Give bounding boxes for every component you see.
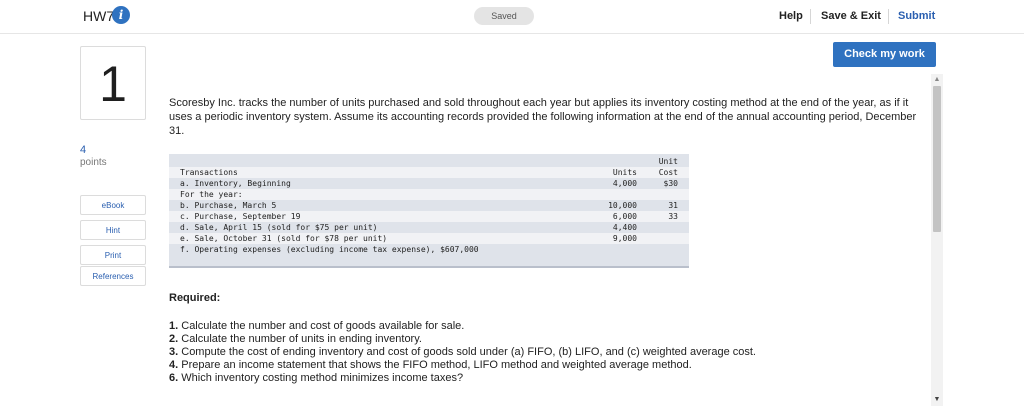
transaction-cost: $30 <box>663 179 678 188</box>
item-number: 4. <box>169 359 179 371</box>
item-text: Which inventory costing method minimizes… <box>178 372 464 384</box>
item-text: Calculate the number and cost of goods a… <box>178 320 465 332</box>
assignment-title: HW7 <box>83 8 115 24</box>
list-item: 3. Compute the cost of ending inventory … <box>169 346 929 359</box>
transaction-cost: 33 <box>668 212 678 221</box>
transaction-desc: c. Purchase, September 19 <box>180 212 301 221</box>
required-heading: Required: <box>169 292 221 304</box>
list-item: 6. Which inventory costing method minimi… <box>169 372 929 385</box>
table-row: a. Inventory, Beginning 4,000 $30 <box>169 178 689 189</box>
table-header-row: Unit <box>169 156 689 167</box>
table-row: e. Sale, October 31 (sold for $78 per un… <box>169 233 689 244</box>
transactions-table: Unit Transactions Units Cost a. Inventor… <box>169 154 689 268</box>
list-item: 4. Prepare an income statement that show… <box>169 359 929 372</box>
help-link[interactable]: Help <box>779 10 803 22</box>
transaction-units: 6,000 <box>612 212 637 221</box>
transaction-desc: a. Inventory, Beginning <box>180 179 291 188</box>
table-row: f. Operating expenses (excluding income … <box>169 244 689 255</box>
transaction-desc: b. Purchase, March 5 <box>180 201 277 210</box>
transaction-units: 4,400 <box>612 223 637 232</box>
ebook-button[interactable]: eBook <box>80 195 146 215</box>
transactions-header: Transactions <box>180 168 238 177</box>
divider <box>810 9 811 24</box>
transaction-cost: 31 <box>668 201 678 210</box>
item-text: Prepare an income statement that shows t… <box>178 359 692 371</box>
submit-link[interactable]: Submit <box>898 10 935 22</box>
scroll-down-icon[interactable]: ▼ <box>931 396 943 404</box>
table-row: b. Purchase, March 5 10,000 31 <box>169 200 689 211</box>
question-text: Scoresby Inc. tracks the number of units… <box>169 97 917 137</box>
item-text: Calculate the number of units in ending … <box>178 333 422 345</box>
item-number: 1. <box>169 320 179 332</box>
print-button[interactable]: Print <box>80 245 146 265</box>
item-text: Compute the cost of ending inventory and… <box>178 346 756 358</box>
table-row: c. Purchase, September 19 6,000 33 <box>169 211 689 222</box>
scroll-up-icon[interactable]: ▲ <box>931 76 943 84</box>
question-number: 1 <box>80 46 146 120</box>
save-exit-link[interactable]: Save & Exit <box>821 10 881 22</box>
hint-button[interactable]: Hint <box>80 220 146 240</box>
table-row: For the year: <box>169 189 689 200</box>
points-label: points <box>80 157 107 168</box>
list-item: 1. Calculate the number and cost of good… <box>169 320 929 333</box>
references-button[interactable]: References <box>80 266 146 286</box>
transaction-units: 4,000 <box>612 179 637 188</box>
units-header: Units <box>612 168 637 177</box>
vertical-scrollbar[interactable]: ▲ ▼ <box>931 74 943 406</box>
table-header-row: Transactions Units Cost <box>169 167 689 178</box>
table-row: d. Sale, April 15 (sold for $75 per unit… <box>169 222 689 233</box>
transaction-desc: d. Sale, April 15 (sold for $75 per unit… <box>180 223 378 232</box>
transaction-desc: e. Sale, October 31 (sold for $78 per un… <box>180 234 388 243</box>
transaction-units: 10,000 <box>608 201 637 210</box>
check-my-work-button[interactable]: Check my work <box>833 42 936 67</box>
points-value: 4 <box>80 144 87 156</box>
transaction-desc: For the year: <box>180 190 243 199</box>
scroll-thumb[interactable] <box>933 86 941 232</box>
cost-header: Cost <box>658 168 678 177</box>
divider <box>888 9 889 24</box>
item-number: 2. <box>169 333 179 345</box>
top-bar: HW7 i Saved Help Save & Exit Submit <box>0 0 1024 34</box>
saved-status-badge: Saved <box>474 7 534 25</box>
item-number: 6. <box>169 372 179 384</box>
info-icon[interactable]: i <box>112 6 130 24</box>
transaction-desc: f. Operating expenses (excluding income … <box>180 245 479 254</box>
unit-header: Unit <box>658 157 678 166</box>
transaction-units: 9,000 <box>612 234 637 243</box>
list-item: 2. Calculate the number of units in endi… <box>169 333 929 346</box>
item-number: 3. <box>169 346 179 358</box>
required-list: 1. Calculate the number and cost of good… <box>169 320 929 385</box>
